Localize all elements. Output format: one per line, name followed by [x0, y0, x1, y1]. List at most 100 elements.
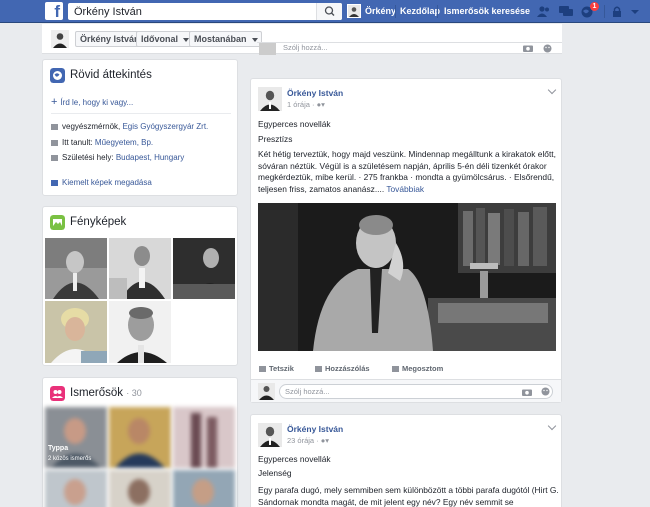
post-body: Két hétig terveztük, hogy majd veszünk. …: [258, 149, 558, 195]
comment-input[interactable]: Szólj hozzá...: [279, 384, 553, 399]
born-link[interactable]: Budapest, Hungary: [116, 153, 185, 162]
friends-count: · 30: [126, 388, 142, 398]
person-photo-icon: [258, 383, 275, 400]
photo-thumbnail[interactable]: [45, 301, 107, 363]
sticker-icon[interactable]: [541, 387, 550, 396]
born-row: Születési hely: Budapest, Hungary: [51, 153, 184, 162]
camera-icon[interactable]: [522, 388, 532, 396]
divider: [437, 5, 438, 18]
friends-title[interactable]: Ismerősök · 30: [70, 387, 142, 399]
audience-icon[interactable]: ●▾: [317, 100, 325, 109]
friend-thumbnail[interactable]: [109, 470, 171, 507]
recent-button[interactable]: Mostanában: [189, 31, 262, 47]
comment-button[interactable]: Hozzászólás: [315, 364, 370, 373]
top-comment-row: Szólj hozzá...: [257, 42, 562, 55]
profile-link[interactable]: Örkény: [365, 6, 396, 16]
friend-mutual: 2 közös ismerős: [48, 456, 92, 462]
photos-card: Fényképek: [42, 206, 238, 366]
portrait-photo: [45, 238, 107, 299]
friends-icon: [50, 386, 65, 401]
person-photo-icon: [348, 5, 360, 17]
add-bio-link[interactable]: + Írd le, hogy ki vagy...: [51, 96, 133, 108]
intro-card: Rövid áttekintés + Írd le, hogy ki vagy..…: [42, 59, 238, 196]
post-options-chevron-icon[interactable]: [547, 421, 557, 431]
sticker-icon[interactable]: [543, 44, 552, 53]
top-navigation-bar: f Örkény Kezdőlap Ismerősök keresése 1: [0, 0, 650, 23]
like-button[interactable]: Tetszik: [259, 364, 294, 373]
timeline-button[interactable]: Idővonal: [136, 31, 194, 47]
share-button[interactable]: Megosztom: [392, 364, 443, 373]
friend-photo: [173, 470, 235, 507]
search-button[interactable]: [316, 3, 342, 20]
friend-thumbnail[interactable]: [173, 407, 235, 468]
study-text: Itt tanult:: [62, 138, 95, 147]
friend-thumbnail[interactable]: [45, 470, 107, 507]
audience-icon[interactable]: ●▾: [321, 436, 329, 445]
portrait-photo: [258, 203, 556, 351]
person-photo-icon: [258, 87, 282, 111]
comment-composer: Szólj hozzá...: [251, 379, 561, 402]
friend-photo: [109, 407, 171, 468]
post-time: 1 órája ·: [287, 100, 317, 109]
friend-photo: [173, 407, 235, 468]
briefcase-icon: [51, 123, 58, 130]
friend-photo: [109, 470, 171, 507]
facebook-logo-icon[interactable]: f: [45, 2, 63, 20]
thumbs-up-icon: [259, 366, 266, 373]
friend-thumbnail[interactable]: [109, 407, 171, 468]
intro-title: Rövid áttekintés: [70, 69, 152, 81]
feed-post: Örkény István 23 órája · ●▾ Egyperces no…: [250, 414, 562, 507]
home-link[interactable]: Kezdőlap: [400, 6, 440, 16]
photo-thumbnail[interactable]: [109, 238, 171, 299]
plus-icon: +: [51, 96, 58, 108]
recent-label: Mostanában: [194, 34, 247, 44]
commenter-avatar: [258, 383, 275, 400]
post-photo[interactable]: [258, 203, 556, 351]
friend-name[interactable]: Typpa: [48, 445, 68, 452]
privacy-lock-icon[interactable]: [611, 5, 625, 18]
timeline-label: Idővonal: [141, 34, 179, 44]
post-author-name[interactable]: Örkény István: [287, 424, 343, 434]
featured-photos-link[interactable]: Kiemelt képek megadása: [51, 178, 152, 187]
account-menu-icon[interactable]: [628, 5, 642, 18]
divider: [604, 5, 605, 18]
post-author-avatar[interactable]: [258, 87, 282, 111]
photo-thumbnail[interactable]: [45, 238, 107, 299]
work-link[interactable]: Egis Gyógyszergyár Zrt.: [122, 122, 208, 131]
home-icon: [51, 154, 58, 161]
search-input[interactable]: [68, 3, 308, 20]
notification-count-badge: 1: [590, 2, 599, 11]
study-row: Itt tanult: Műegyetem, Bp.: [51, 138, 153, 147]
share-icon: [392, 366, 399, 373]
add-bio-label: Írd le, hogy ki vagy...: [60, 98, 134, 107]
study-link[interactable]: Műegyetem, Bp.: [95, 138, 153, 147]
top-avatar[interactable]: [347, 4, 361, 18]
post-time: 23 órája ·: [287, 436, 321, 445]
friend-thumbnail[interactable]: [173, 470, 235, 507]
messages-icon[interactable]: [559, 5, 573, 18]
post-text-line: Presztízs: [258, 134, 293, 144]
commenter-avatar: [259, 43, 276, 55]
photos-title: Fényképek: [70, 216, 127, 228]
photo-thumbnail[interactable]: [173, 238, 235, 299]
work-row: vegyészmérnök, Egis Gyógyszergyár Zrt.: [51, 122, 208, 131]
friend-photo: [45, 470, 107, 507]
post-timestamp[interactable]: 1 órája · ●▾: [287, 100, 325, 109]
post-timestamp[interactable]: 23 órája · ●▾: [287, 436, 329, 445]
comment-icon: [315, 366, 322, 373]
profile-name-button[interactable]: Örkény István: [75, 31, 145, 47]
photos-icon: [50, 215, 65, 230]
friend-requests-icon[interactable]: [537, 5, 551, 18]
post-options-chevron-icon[interactable]: [547, 85, 557, 95]
photo-thumbnail[interactable]: [109, 301, 171, 363]
post-author-name[interactable]: Örkény István: [287, 88, 343, 98]
comment-placeholder[interactable]: Szólj hozzá...: [283, 43, 328, 52]
like-label: Tetszik: [269, 364, 294, 373]
post-author-avatar[interactable]: [258, 423, 282, 447]
profile-thumbnail[interactable]: [50, 29, 70, 49]
profile-header-bar: Örkény István Idővonal Mostanában Szólj …: [42, 24, 562, 55]
portrait-photo: [109, 301, 171, 363]
find-friends-link[interactable]: Ismerősök keresése: [444, 6, 530, 16]
see-more-link[interactable]: Továbbiak: [386, 184, 424, 194]
camera-icon[interactable]: [523, 44, 533, 52]
